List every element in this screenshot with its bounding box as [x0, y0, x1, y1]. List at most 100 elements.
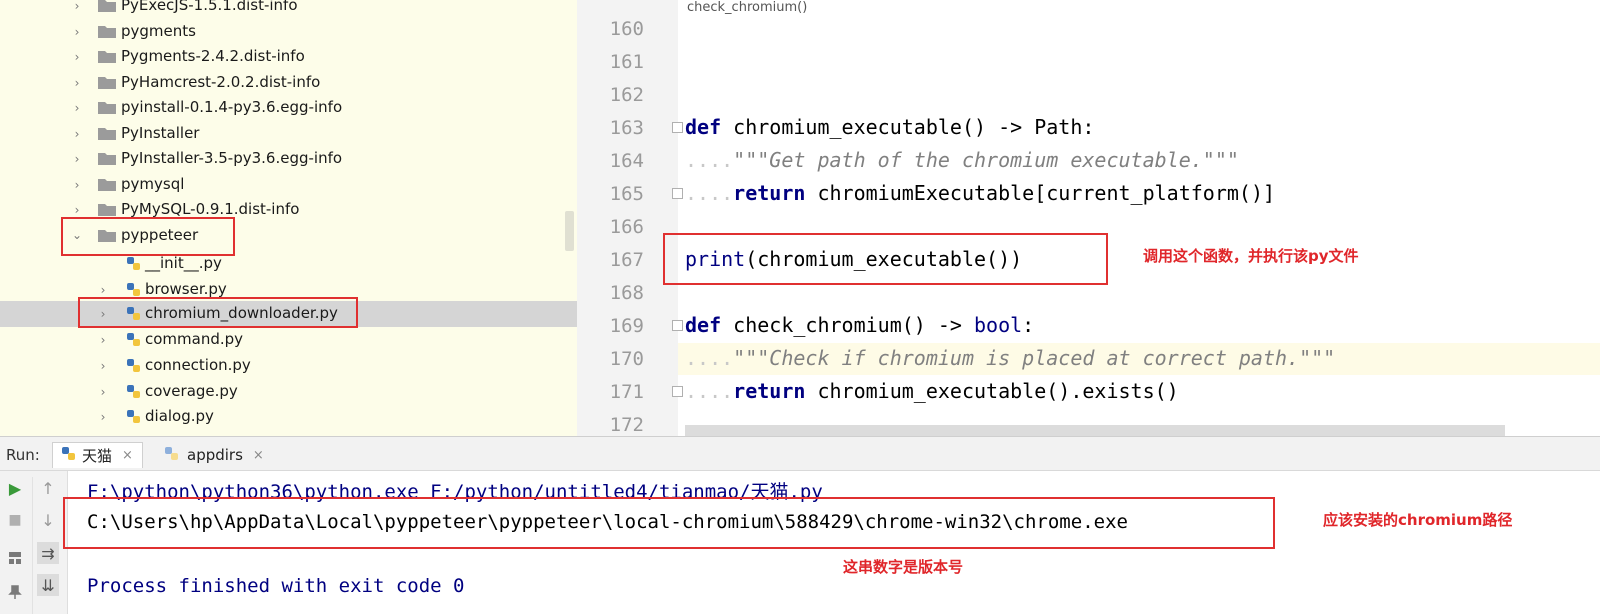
code-text: check_chromium() ->: [721, 313, 974, 337]
arrow-down-icon[interactable]: ↓: [37, 509, 59, 531]
chevron-right-icon[interactable]: ›: [71, 204, 83, 216]
code-whitespace: ....: [685, 379, 734, 403]
chevron-right-icon[interactable]: ›: [71, 102, 83, 114]
tree-item-file[interactable]: › coverage.py: [0, 379, 577, 405]
tree-item-file[interactable]: › command.py: [0, 327, 577, 353]
chevron-right-icon[interactable]: ›: [97, 334, 109, 346]
line-number: 167: [609, 249, 644, 271]
tree-item-folder[interactable]: › Pygments-2.4.2.dist-info: [0, 44, 577, 70]
line-number: 161: [609, 51, 644, 73]
tree-item-label: PyInstaller-3.5-py3.6.egg-info: [121, 149, 343, 167]
chevron-right-icon[interactable]: ›: [97, 284, 109, 296]
scroll-to-end-icon[interactable]: ⇊: [37, 574, 59, 596]
tree-item-label: PyHamcrest-2.0.2.dist-info: [121, 72, 321, 91]
editor-horizontal-scrollbar[interactable]: [685, 425, 1505, 436]
toolbar-divider: [32, 477, 33, 614]
python-file-icon: [126, 358, 141, 373]
line-number: 170: [609, 348, 644, 370]
run-tab-label: appdirs: [187, 446, 243, 464]
tree-item-folder[interactable]: › pyinstall-0.1.4-py3.6.egg-info: [0, 95, 577, 121]
tree-item-folder[interactable]: › pygments: [0, 19, 577, 45]
chevron-right-icon[interactable]: ›: [71, 0, 83, 12]
fold-marker-icon[interactable]: [672, 386, 683, 397]
folder-icon: [98, 25, 116, 38]
tree-item-file[interactable]: › dialog.py: [0, 404, 577, 430]
tree-item-folder[interactable]: › PyInstaller-3.5-py3.6.egg-info: [0, 146, 577, 172]
chevron-right-icon[interactable]: ›: [71, 179, 83, 191]
run-label: Run:: [6, 446, 40, 464]
chevron-right-icon[interactable]: ›: [71, 128, 83, 140]
line-number: 168: [609, 282, 644, 304]
annotation-box-output: [63, 497, 1275, 549]
code-keyword: def: [685, 115, 722, 139]
chevron-right-icon[interactable]: ›: [97, 386, 109, 398]
run-toolbar: ▶ ■ ↑ ↓ ⇉ ⇊: [0, 471, 68, 614]
folder-icon: [98, 203, 116, 216]
folder-icon: [98, 152, 116, 165]
arrow-up-icon[interactable]: ↑: [37, 477, 59, 499]
python-file-icon: [126, 256, 141, 271]
chevron-right-icon[interactable]: ›: [97, 411, 109, 423]
chevron-right-icon[interactable]: ›: [71, 26, 83, 38]
code-docstring: """Check if chromium is placed at correc…: [733, 346, 1336, 370]
code-line-163: def chromium_executable() -> Path:: [685, 115, 1094, 139]
annotation-box-downloader: [78, 297, 358, 328]
tree-item-folder[interactable]: › PyInstaller: [0, 121, 577, 147]
annotation-box-pyppeteer: [61, 217, 235, 256]
tree-item-folder[interactable]: › PyExecJS-1.5.1.dist-info: [0, 0, 577, 19]
code-line-170: ...."""Check if chromium is placed at co…: [685, 346, 1335, 370]
tree-scrollbar[interactable]: [565, 211, 574, 251]
close-icon[interactable]: ×: [122, 448, 133, 463]
close-icon[interactable]: ×: [253, 448, 264, 463]
folder-icon: [98, 127, 116, 140]
tree-item-label: coverage.py: [145, 381, 238, 400]
rerun-icon[interactable]: ▶: [4, 477, 26, 499]
tree-item-folder[interactable]: › pymysql: [0, 172, 577, 198]
chevron-right-icon[interactable]: ›: [71, 77, 83, 89]
chevron-right-icon[interactable]: ›: [71, 153, 83, 165]
python-file-icon: [126, 384, 141, 399]
fold-marker-icon[interactable]: [672, 320, 683, 331]
code-keyword: def: [685, 313, 722, 337]
code-text: :: [1022, 313, 1035, 337]
code-docstring: """Get path of the chromium executable."…: [733, 148, 1239, 172]
tree-item-label: dialog.py: [145, 407, 214, 425]
stop-icon[interactable]: ■: [4, 509, 26, 531]
chevron-right-icon[interactable]: ›: [71, 51, 83, 63]
python-icon: [164, 446, 179, 465]
fold-marker-icon[interactable]: [672, 188, 683, 199]
tree-item-label: PyInstaller: [121, 123, 200, 142]
folder-icon: [98, 178, 116, 191]
tree-item-folder[interactable]: › PyHamcrest-2.0.2.dist-info: [0, 70, 577, 96]
pin-icon[interactable]: [4, 581, 26, 603]
tree-item-label: browser.py: [145, 279, 227, 298]
code-line-164: ...."""Get path of the chromium executab…: [685, 148, 1239, 172]
line-number: 162: [609, 84, 644, 106]
fold-marker-icon[interactable]: [672, 122, 683, 133]
annotation-box-print: [663, 233, 1108, 285]
editor-breadcrumb[interactable]: check_chromium(): [687, 0, 807, 15]
chevron-right-icon[interactable]: ›: [97, 360, 109, 372]
soft-wrap-icon[interactable]: ⇉: [37, 542, 59, 564]
run-tab-appdirs[interactable]: appdirs ×: [160, 442, 280, 468]
code-text: chromium_executable().exists(): [805, 379, 1179, 403]
run-tab-tianmao[interactable]: 天猫 ×: [52, 442, 143, 468]
tree-item-label: PyExecJS-1.5.1.dist-info: [121, 0, 298, 14]
line-number: 164: [609, 150, 644, 172]
code-line-169: def check_chromium() -> bool:: [685, 313, 1034, 337]
line-number: 160: [609, 18, 644, 40]
tree-item-label: connection.py: [145, 356, 251, 374]
python-icon: [61, 446, 76, 465]
line-number: 172: [609, 414, 644, 436]
line-number: 163: [609, 117, 644, 139]
tree-item-file[interactable]: › connection.py: [0, 353, 577, 379]
code-whitespace: ....: [685, 148, 734, 172]
layout-icon[interactable]: [4, 547, 26, 569]
code-editor[interactable]: check_chromium() 160 161 162 163 164 165…: [577, 0, 1600, 436]
line-number: 171: [609, 381, 644, 403]
python-file-icon: [126, 282, 141, 297]
tree-item-label: __init__.py: [145, 254, 222, 272]
tree-item-label: pymysql: [121, 174, 185, 193]
line-number: 169: [609, 315, 644, 337]
code-line-165: ....return chromiumExecutable[current_pl…: [685, 181, 1275, 205]
